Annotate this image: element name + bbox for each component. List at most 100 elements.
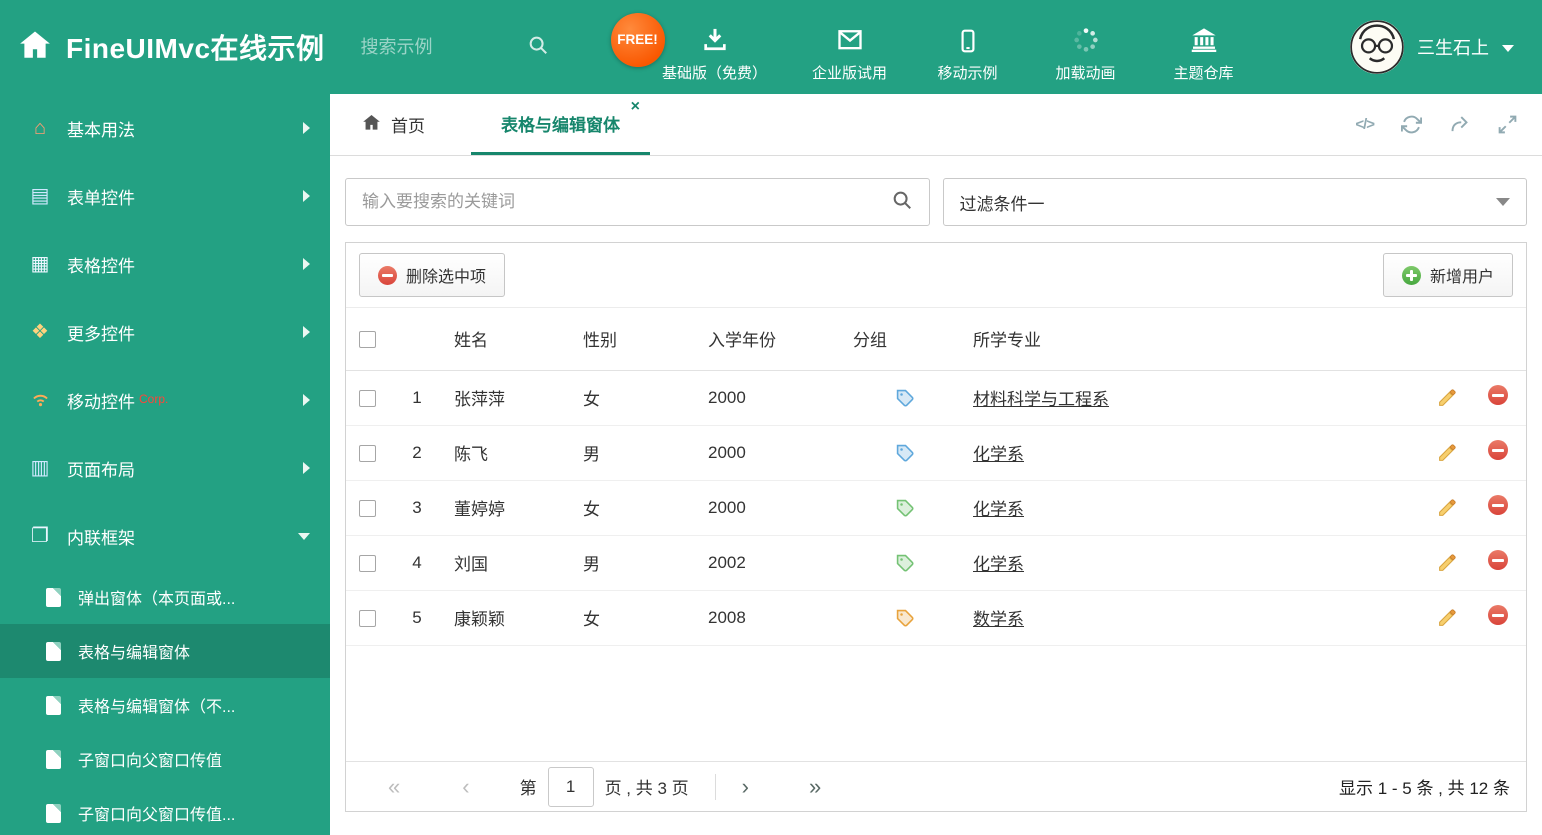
edit-icon[interactable] bbox=[1437, 607, 1458, 626]
edit-icon[interactable] bbox=[1437, 442, 1458, 461]
sidebar-subitem-grid-edit-window-2[interactable]: 表格与编辑窗体（不... bbox=[0, 678, 330, 732]
filter-row: 过滤条件一 bbox=[345, 178, 1527, 226]
row-index: 3 bbox=[388, 480, 446, 536]
header-nav: FREE! 基础版（免费） 企业版试用 移动示例 加载动画 主题仓库 bbox=[610, 12, 1263, 83]
cell-name: 康颖颖 bbox=[446, 590, 575, 646]
table-row[interactable]: 3 董婷婷 女 2000 化学系 bbox=[346, 480, 1526, 536]
sidebar-subitem-child-to-parent-2[interactable]: 子窗口向父窗口传值... bbox=[0, 786, 330, 835]
last-page-button[interactable]: » bbox=[809, 775, 821, 798]
filter-dropdown-value: 过滤条件一 bbox=[959, 194, 1045, 214]
sidebar-item-inline-frame[interactable]: ❐ 内联框架 bbox=[0, 502, 330, 570]
delete-icon[interactable] bbox=[1488, 495, 1508, 515]
delete-icon[interactable] bbox=[1488, 440, 1508, 460]
table-row[interactable]: 1 张萍萍 女 2000 材料科学与工程系 bbox=[346, 370, 1526, 426]
sidebar-subitem-child-to-parent[interactable]: 子窗口向父窗口传值 bbox=[0, 732, 330, 786]
prev-page-button[interactable]: ‹ bbox=[462, 775, 469, 798]
edit-icon[interactable] bbox=[1437, 497, 1458, 516]
delete-icon[interactable] bbox=[1488, 385, 1508, 405]
first-page-button[interactable]: « bbox=[388, 775, 400, 798]
sidebar-subitem-popup-window[interactable]: 弹出窗体（本页面或... bbox=[0, 570, 330, 624]
table-row[interactable]: 2 陈飞 男 2000 化学系 bbox=[346, 425, 1526, 481]
avatar[interactable] bbox=[1350, 20, 1404, 74]
nav-item-label: 加载动画 bbox=[1055, 64, 1116, 82]
user-menu[interactable]: 三生石上 bbox=[1350, 20, 1542, 74]
sidebar-item-page-layout[interactable]: ▥ 页面布局 bbox=[0, 434, 330, 502]
column-group: 分组 bbox=[845, 308, 965, 371]
next-page-button[interactable]: › bbox=[742, 775, 749, 798]
row-index: 1 bbox=[388, 370, 446, 426]
nav-item-theme-repo[interactable]: 主题仓库 bbox=[1145, 12, 1263, 83]
main-area: 首页 表格与编辑窗体 × </> 输入要搜索的关键词 过滤条件一 删除选中项 新… bbox=[330, 94, 1542, 835]
major-link[interactable]: 材料科学与工程系 bbox=[973, 390, 1109, 409]
edit-icon[interactable] bbox=[1437, 552, 1458, 571]
page-number-input[interactable] bbox=[547, 766, 594, 807]
cell-gender: 女 bbox=[575, 370, 700, 426]
major-link[interactable]: 数学系 bbox=[973, 610, 1024, 629]
tag-icon bbox=[896, 497, 915, 517]
nav-item-loading-animations[interactable]: 加载动画 bbox=[1027, 12, 1145, 83]
nav-item-label: 移动示例 bbox=[937, 64, 998, 82]
tab-grid-edit-window[interactable]: 表格与编辑窗体 × bbox=[471, 94, 650, 155]
sidebar-item-form-controls[interactable]: ▤ 表单控件 bbox=[0, 162, 330, 230]
tag-icon bbox=[896, 442, 915, 462]
tag-icon bbox=[896, 607, 915, 627]
row-checkbox[interactable] bbox=[358, 444, 376, 462]
app-logo[interactable]: FineUIMvc在线示例 bbox=[0, 27, 325, 67]
sidebar-item-label: 表单控件 bbox=[67, 188, 135, 208]
delete-selected-button[interactable]: 删除选中项 bbox=[359, 253, 506, 297]
delete-icon[interactable] bbox=[1488, 550, 1508, 570]
source-code-icon[interactable]: </> bbox=[1355, 116, 1375, 133]
search-icon[interactable] bbox=[527, 34, 549, 61]
sidebar-subitem-grid-edit-window[interactable]: 表格与编辑窗体 bbox=[0, 624, 330, 678]
row-checkbox[interactable] bbox=[358, 499, 376, 517]
header-search-input[interactable] bbox=[360, 36, 511, 58]
sidebar-item-more-controls[interactable]: ❖ 更多控件 bbox=[0, 298, 330, 366]
home-icon: ⌂ bbox=[33, 117, 47, 139]
open-in-new-icon[interactable] bbox=[1449, 114, 1470, 135]
row-index: 2 bbox=[388, 425, 446, 481]
major-link[interactable]: 化学系 bbox=[973, 500, 1024, 519]
chevron-right-icon bbox=[303, 258, 310, 270]
sidebar-item-basic-usage[interactable]: ⌂ 基本用法 bbox=[0, 94, 330, 162]
search-icon[interactable] bbox=[891, 189, 913, 216]
cell-year: 2002 bbox=[700, 535, 845, 591]
keyword-search-input[interactable] bbox=[362, 192, 891, 212]
table-row[interactable]: 4 刘国 男 2002 化学系 bbox=[346, 535, 1526, 591]
nav-item-enterprise-trial[interactable]: 企业版试用 bbox=[791, 12, 909, 83]
column-gender: 性别 bbox=[575, 308, 700, 371]
nav-item-basic-edition[interactable]: FREE! 基础版（免费） bbox=[610, 12, 791, 83]
sidebar-item-mobile-controls[interactable]: 移动控件 Corp. bbox=[0, 366, 330, 434]
table-row[interactable]: 5 康颖颖 女 2008 数学系 bbox=[346, 590, 1526, 646]
expand-icon[interactable] bbox=[1497, 114, 1518, 135]
app-title: FineUIMvc在线示例 bbox=[66, 33, 325, 64]
sidebar-item-label: 移动控件 bbox=[67, 392, 135, 412]
edit-icon[interactable] bbox=[1437, 387, 1458, 406]
spinner-icon bbox=[1072, 24, 1100, 54]
tab-label: 首页 bbox=[391, 117, 425, 136]
row-checkbox[interactable] bbox=[358, 609, 376, 627]
file-icon bbox=[46, 749, 61, 769]
row-index: 5 bbox=[388, 590, 446, 646]
page-suffix-label: 页 , 共 3 页 bbox=[604, 779, 689, 798]
widgets-icon: ❖ bbox=[31, 321, 49, 343]
refresh-icon[interactable] bbox=[1401, 114, 1422, 135]
bank-icon bbox=[1190, 24, 1218, 54]
nav-item-mobile-demo[interactable]: 移动示例 bbox=[909, 12, 1027, 83]
add-user-button[interactable]: 新增用户 bbox=[1382, 253, 1513, 297]
row-checkbox[interactable] bbox=[358, 554, 376, 572]
mobile-icon bbox=[955, 24, 981, 54]
cell-gender: 女 bbox=[575, 480, 700, 536]
sidebar-item-label: 页面布局 bbox=[67, 460, 135, 480]
sidebar-item-label: 更多控件 bbox=[67, 324, 135, 344]
data-table: 姓名 性别 入学年份 分组 所学专业 1 张萍萍 女 2000 材料科学与工程系… bbox=[346, 308, 1526, 646]
major-link[interactable]: 化学系 bbox=[973, 445, 1024, 464]
close-icon[interactable]: × bbox=[631, 99, 640, 115]
tab-bar: 首页 表格与编辑窗体 × </> bbox=[330, 94, 1542, 156]
sidebar-item-grid-controls[interactable]: ▦ 表格控件 bbox=[0, 230, 330, 298]
filter-dropdown[interactable]: 过滤条件一 bbox=[942, 178, 1527, 226]
tab-home[interactable]: 首页 bbox=[346, 94, 441, 155]
select-all-checkbox[interactable] bbox=[358, 330, 376, 348]
row-checkbox[interactable] bbox=[358, 389, 376, 407]
major-link[interactable]: 化学系 bbox=[973, 555, 1024, 574]
delete-icon[interactable] bbox=[1488, 605, 1508, 625]
